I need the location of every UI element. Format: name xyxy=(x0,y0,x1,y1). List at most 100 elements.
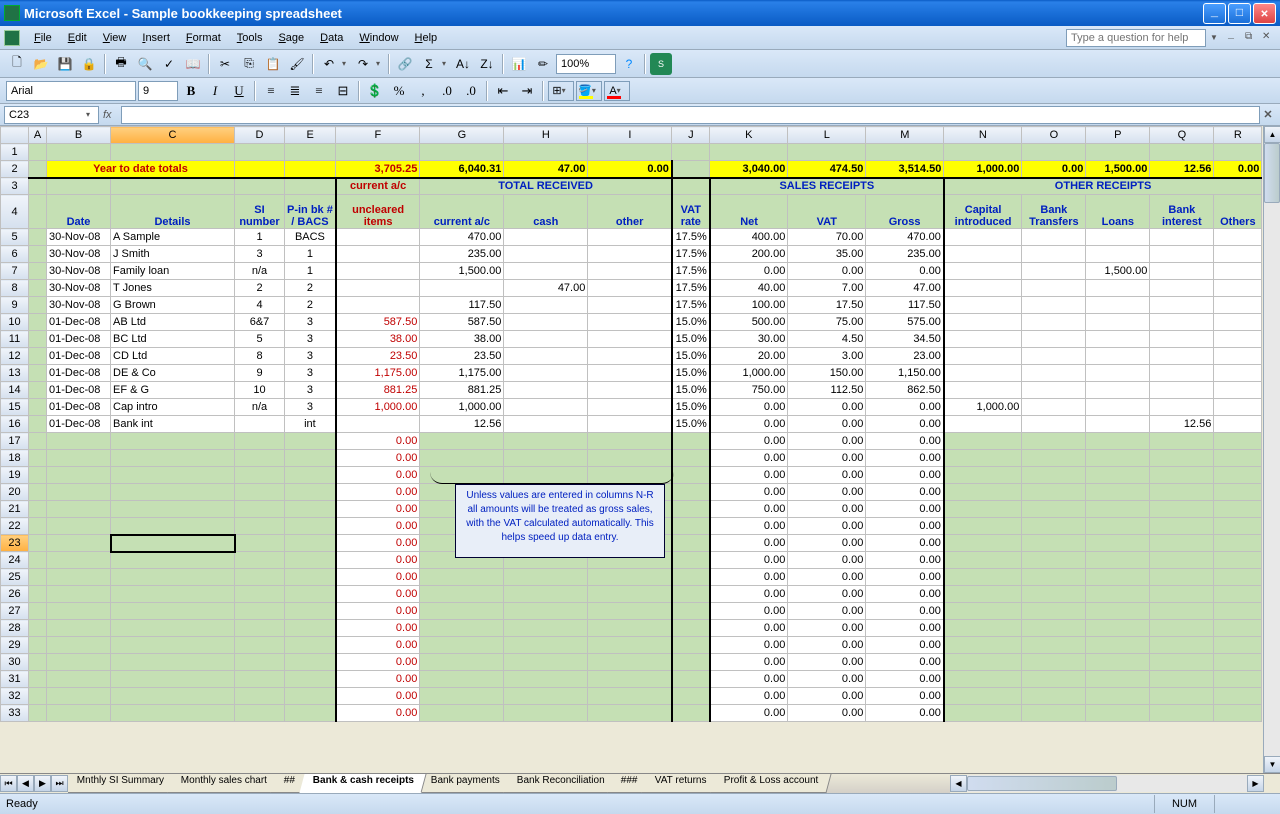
menu-window[interactable]: Window xyxy=(351,30,406,46)
decrease-indent-icon[interactable]: ⇤ xyxy=(492,81,514,101)
doc-restore-button[interactable]: ⧉ xyxy=(1245,31,1259,45)
scroll-right-icon[interactable]: ▶ xyxy=(1247,775,1264,792)
col-header[interactable]: R xyxy=(1214,127,1262,144)
increase-indent-icon[interactable]: ⇥ xyxy=(516,81,538,101)
name-box[interactable]: C23▾ xyxy=(4,106,99,124)
align-right-icon[interactable]: ≡ xyxy=(308,81,330,101)
font-size-select[interactable]: 9 xyxy=(138,81,178,101)
sheet-tab[interactable]: Profit & Loss account xyxy=(710,774,831,793)
scroll-down-icon[interactable]: ▼ xyxy=(1264,756,1280,773)
menu-help[interactable]: Help xyxy=(407,30,446,46)
worksheet-grid[interactable]: ABCDEFGHIJKLMNOPQR12Year to date totals3… xyxy=(0,126,1263,773)
underline-button[interactable]: U xyxy=(228,81,250,101)
col-header[interactable]: P xyxy=(1086,127,1150,144)
menu-insert[interactable]: Insert xyxy=(134,30,178,46)
help-dropdown-icon[interactable]: ▼ xyxy=(1210,33,1218,42)
font-color-button[interactable]: A▾ xyxy=(604,81,630,101)
col-header[interactable]: K xyxy=(710,127,788,144)
sheet-tab[interactable]: Bank Reconciliation xyxy=(503,774,617,793)
align-left-icon[interactable]: ≡ xyxy=(260,81,282,101)
tab-last-icon[interactable]: ⏭ xyxy=(51,775,68,792)
tab-first-icon[interactable]: ⏮ xyxy=(0,775,17,792)
col-header[interactable]: Q xyxy=(1150,127,1214,144)
minimize-button[interactable]: _ xyxy=(1203,3,1226,24)
undo-icon[interactable]: ↶ xyxy=(318,53,340,75)
sort-asc-icon[interactable]: A↓ xyxy=(452,53,474,75)
formula-bar[interactable] xyxy=(121,106,1260,124)
sheet-tab[interactable]: VAT returns xyxy=(642,774,720,793)
percent-icon[interactable]: % xyxy=(388,81,410,101)
tab-prev-icon[interactable]: ◀ xyxy=(17,775,34,792)
sage-icon[interactable]: S xyxy=(650,53,672,75)
close-button[interactable]: ✕ xyxy=(1253,3,1276,24)
horizontal-scrollbar[interactable]: ◀ ▶ xyxy=(950,775,1280,792)
zoom-select[interactable]: 100% xyxy=(556,54,616,74)
maximize-button[interactable]: □ xyxy=(1228,3,1251,24)
format-painter-icon[interactable]: 🖌 xyxy=(286,53,308,75)
col-header[interactable]: H xyxy=(504,127,588,144)
paste-icon[interactable]: 📋 xyxy=(262,53,284,75)
align-center-icon[interactable]: ≣ xyxy=(284,81,306,101)
col-header[interactable]: E xyxy=(285,127,336,144)
col-header[interactable]: D xyxy=(235,127,285,144)
borders-button[interactable]: ⊞▾ xyxy=(548,81,574,101)
hyperlink-icon[interactable]: 🔗 xyxy=(394,53,416,75)
doc-close-button[interactable]: ✕ xyxy=(1262,31,1276,45)
permission-icon[interactable]: 🔒 xyxy=(78,53,100,75)
menu-format[interactable]: Format xyxy=(178,30,229,46)
redo-icon[interactable]: ↷ xyxy=(352,53,374,75)
fill-color-button[interactable]: 🪣▾ xyxy=(576,81,602,101)
scroll-left-icon[interactable]: ◀ xyxy=(950,775,967,792)
col-header[interactable]: M xyxy=(866,127,944,144)
menu-tools[interactable]: Tools xyxy=(229,30,271,46)
comma-icon[interactable]: , xyxy=(412,81,434,101)
sheet-tab[interactable]: Bank & cash receipts xyxy=(299,774,426,793)
new-icon[interactable]: 🗋 xyxy=(6,53,28,75)
print-preview-icon[interactable]: 🔍 xyxy=(134,53,156,75)
drawing-icon[interactable]: ✏ xyxy=(532,53,554,75)
col-header[interactable]: I xyxy=(588,127,672,144)
active-cell[interactable] xyxy=(111,535,235,552)
autosum-icon[interactable]: Σ xyxy=(418,53,440,75)
col-header[interactable]: L xyxy=(788,127,866,144)
menu-file[interactable]: File xyxy=(26,30,60,46)
sheet-tab[interactable]: Bank payments xyxy=(417,774,512,793)
help-search-input[interactable] xyxy=(1066,29,1206,47)
research-icon[interactable]: 📖 xyxy=(182,53,204,75)
doc-minimize-button[interactable]: _ xyxy=(1228,31,1242,45)
menu-edit[interactable]: Edit xyxy=(60,30,95,46)
vertical-scrollbar[interactable]: ▲ ▼ xyxy=(1263,126,1280,773)
col-header[interactable]: C xyxy=(111,127,235,144)
col-header[interactable]: A xyxy=(29,127,47,144)
decrease-decimal-icon[interactable]: .0 xyxy=(460,81,482,101)
cut-icon[interactable]: ✂ xyxy=(214,53,236,75)
sort-desc-icon[interactable]: Z↓ xyxy=(476,53,498,75)
save-icon[interactable]: 💾 xyxy=(54,53,76,75)
open-icon[interactable]: 📂 xyxy=(30,53,52,75)
col-header[interactable]: B xyxy=(47,127,111,144)
merge-icon[interactable]: ⊟ xyxy=(332,81,354,101)
spelling-icon[interactable]: ✓ xyxy=(158,53,180,75)
tab-next-icon[interactable]: ▶ xyxy=(34,775,51,792)
menu-view[interactable]: View xyxy=(95,30,135,46)
copy-icon[interactable]: ⎘ xyxy=(238,53,260,75)
menu-sage[interactable]: Sage xyxy=(270,30,312,46)
italic-button[interactable]: I xyxy=(204,81,226,101)
col-header[interactable]: O xyxy=(1022,127,1086,144)
print-icon[interactable]: 🖶 xyxy=(110,53,132,75)
scroll-thumb[interactable] xyxy=(1264,143,1280,203)
menu-data[interactable]: Data xyxy=(312,30,351,46)
col-header[interactable]: F xyxy=(336,127,420,144)
sheet-tab[interactable]: Mnthly SI Summary xyxy=(68,774,177,793)
col-header[interactable]: N xyxy=(944,127,1022,144)
scroll-up-icon[interactable]: ▲ xyxy=(1264,126,1280,143)
increase-decimal-icon[interactable]: .0 xyxy=(436,81,458,101)
sheet-tab[interactable]: Monthly sales chart xyxy=(168,774,280,793)
currency-icon[interactable]: 💲 xyxy=(364,81,386,101)
col-header[interactable]: J xyxy=(672,127,710,144)
fx-icon[interactable]: fx xyxy=(99,109,121,121)
formula-bar-close-icon[interactable]: ✕ xyxy=(1260,108,1276,121)
help-icon[interactable]: ? xyxy=(618,53,640,75)
col-header[interactable]: G xyxy=(420,127,504,144)
bold-button[interactable]: B xyxy=(180,81,202,101)
